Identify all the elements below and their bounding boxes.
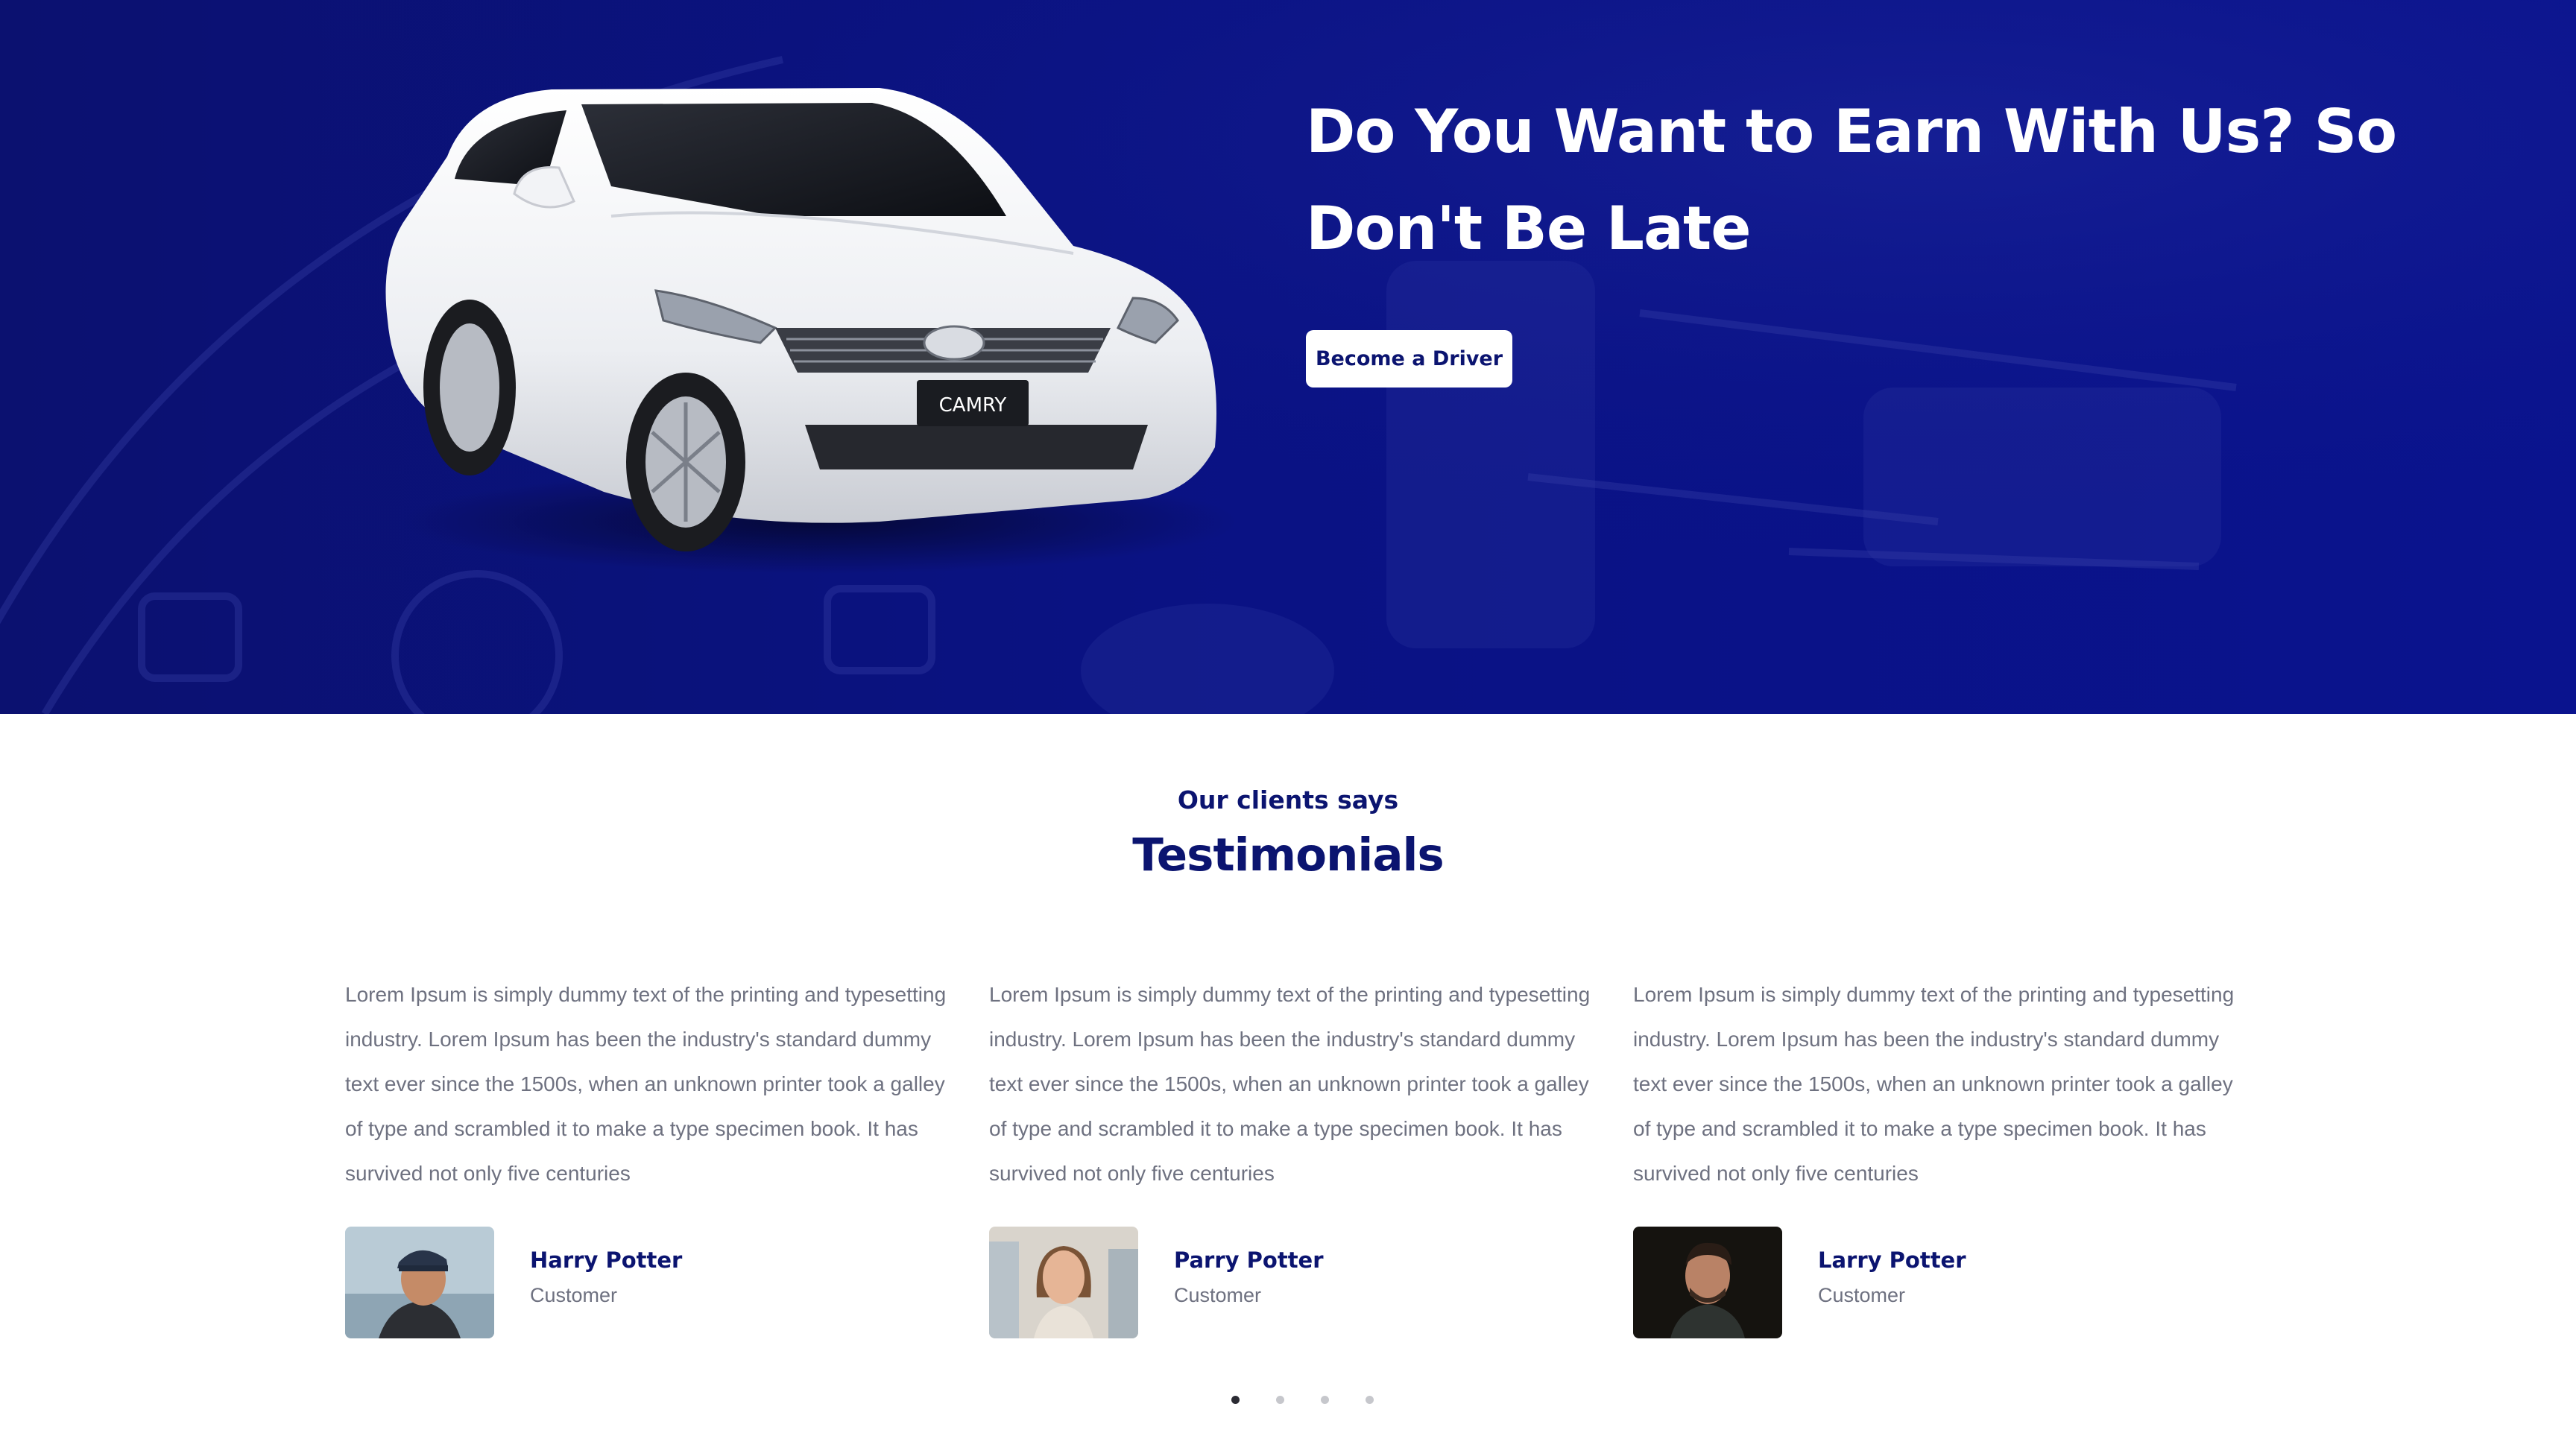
avatar bbox=[1633, 1227, 1782, 1338]
testimonial-text: Lorem Ipsum is simply dummy text of the … bbox=[989, 983, 1591, 1185]
hero-banner: CAMRY Do You Want to Earn With Us? So Do… bbox=[0, 0, 2576, 714]
testimonial-card: Lorem Ipsum is simply dummy text of the … bbox=[1633, 972, 2237, 1338]
avatar bbox=[345, 1227, 494, 1338]
author-name: Larry Potter bbox=[1818, 1247, 1966, 1273]
car-image: CAMRY bbox=[385, 88, 1237, 574]
section-eyebrow: Our clients says bbox=[1177, 785, 1399, 815]
hero-copy: Do You Want to Earn With Us? So Don't Be… bbox=[1306, 83, 2424, 277]
carousel-dot-3[interactable] bbox=[1321, 1396, 1329, 1404]
carousel-dot-2[interactable] bbox=[1276, 1396, 1284, 1404]
section-title: Testimonials bbox=[1132, 829, 1444, 882]
carousel-pagination bbox=[1231, 1396, 1380, 1406]
author-name: Harry Potter bbox=[530, 1247, 683, 1273]
become-driver-button[interactable]: Become a Driver bbox=[1306, 330, 1512, 388]
car-plate-text: CAMRY bbox=[939, 394, 1007, 417]
avatar bbox=[989, 1227, 1138, 1338]
testimonial-text: Lorem Ipsum is simply dummy text of the … bbox=[1633, 983, 2235, 1185]
testimonial-text: Lorem Ipsum is simply dummy text of the … bbox=[345, 983, 947, 1185]
testimonial-author: Larry Potter Customer bbox=[1633, 1227, 2237, 1338]
author-role: Customer bbox=[530, 1284, 618, 1306]
author-role: Customer bbox=[1174, 1284, 1262, 1306]
hero-title-line-2: Don't Be Late bbox=[1306, 194, 1751, 263]
author-name: Parry Potter bbox=[1174, 1247, 1324, 1273]
testimonial-author: Harry Potter Customer bbox=[345, 1227, 949, 1338]
author-role: Customer bbox=[1818, 1284, 1906, 1306]
testimonial-card: Lorem Ipsum is simply dummy text of the … bbox=[989, 972, 1593, 1338]
testimonial-card: Lorem Ipsum is simply dummy text of the … bbox=[345, 972, 949, 1338]
carousel-dot-4[interactable] bbox=[1366, 1396, 1374, 1404]
carousel-dot-1[interactable] bbox=[1231, 1396, 1240, 1404]
testimonial-author: Parry Potter Customer bbox=[989, 1227, 1593, 1338]
hero-title-line-1: Do You Want to Earn With Us? So bbox=[1306, 97, 2397, 166]
